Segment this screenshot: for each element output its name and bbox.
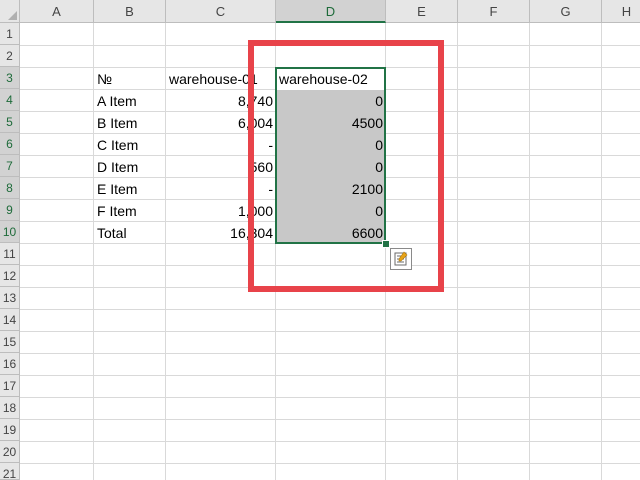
column-header-g[interactable]: G [530,0,602,23]
cell-c4[interactable]: 8,740 [166,90,276,112]
cell-b10[interactable]: Total [94,222,166,244]
row-header-18[interactable]: 18 [0,397,20,419]
gridline [20,287,640,288]
column-header-c[interactable]: C [166,0,276,23]
gridline [529,23,530,480]
cell-b6[interactable]: C Item [94,134,166,156]
gridline [457,23,458,480]
gridline [601,23,602,480]
row-header-17[interactable]: 17 [0,375,20,397]
column-header-f[interactable]: F [458,0,530,23]
column-header-e[interactable]: E [386,0,458,23]
cell-b3[interactable]: № [94,68,166,90]
row-header-14[interactable]: 14 [0,309,20,331]
spreadsheet: A B C D E F G H 1 2 3 4 5 6 7 8 9 10 11 … [0,0,640,480]
gridline [20,353,640,354]
row-header-20[interactable]: 20 [0,441,20,463]
select-all-corner[interactable] [0,0,20,23]
selection-border [275,67,386,244]
cell-c10[interactable]: 16,304 [166,222,276,244]
cell-c6[interactable]: - [166,134,276,156]
cell-b8[interactable]: E Item [94,178,166,200]
row-header-3[interactable]: 3 [0,67,20,89]
row-header-12[interactable]: 12 [0,265,20,287]
row-header-5[interactable]: 5 [0,111,20,133]
row-header-13[interactable]: 13 [0,287,20,309]
cell-c8[interactable]: - [166,178,276,200]
cell-c3[interactable]: warehouse-01 [166,68,276,90]
cell-b7[interactable]: D Item [94,156,166,178]
gridline [20,397,640,398]
cell-c5[interactable]: 6,004 [166,112,276,134]
row-header-4[interactable]: 4 [0,89,20,111]
row-header-15[interactable]: 15 [0,331,20,353]
cell-c9[interactable]: 1,000 [166,200,276,222]
gridline [20,331,640,332]
row-header-7[interactable]: 7 [0,155,20,177]
row-header-8[interactable]: 8 [0,177,20,199]
row-header-19[interactable]: 19 [0,419,20,441]
row-header-6[interactable]: 6 [0,133,20,155]
gridline [20,441,640,442]
column-header-b[interactable]: B [94,0,166,23]
fill-handle[interactable] [382,240,390,248]
gridline [20,265,640,266]
cell-b9[interactable]: F Item [94,200,166,222]
row-header-16[interactable]: 16 [0,353,20,375]
gridline [20,309,640,310]
cell-c7[interactable]: 560 [166,156,276,178]
gridline [20,463,640,464]
row-header-9[interactable]: 9 [0,199,20,221]
cell-b4[interactable]: A Item [94,90,166,112]
gridline [20,45,640,46]
column-header-h[interactable]: H [602,0,640,23]
gridline [20,375,640,376]
row-header-1[interactable]: 1 [0,23,20,45]
row-header-11[interactable]: 11 [0,243,20,265]
column-header-a[interactable]: A [20,0,94,23]
cell-b5[interactable]: B Item [94,112,166,134]
quick-analysis-button[interactable] [390,248,412,270]
quick-analysis-icon [394,251,408,266]
column-header-d[interactable]: D [276,0,386,23]
gridline [20,419,640,420]
row-header-2[interactable]: 2 [0,45,20,67]
select-all-triangle-icon [8,11,17,20]
row-header-21[interactable]: 21 [0,463,20,480]
row-header-10[interactable]: 10 [0,221,20,243]
